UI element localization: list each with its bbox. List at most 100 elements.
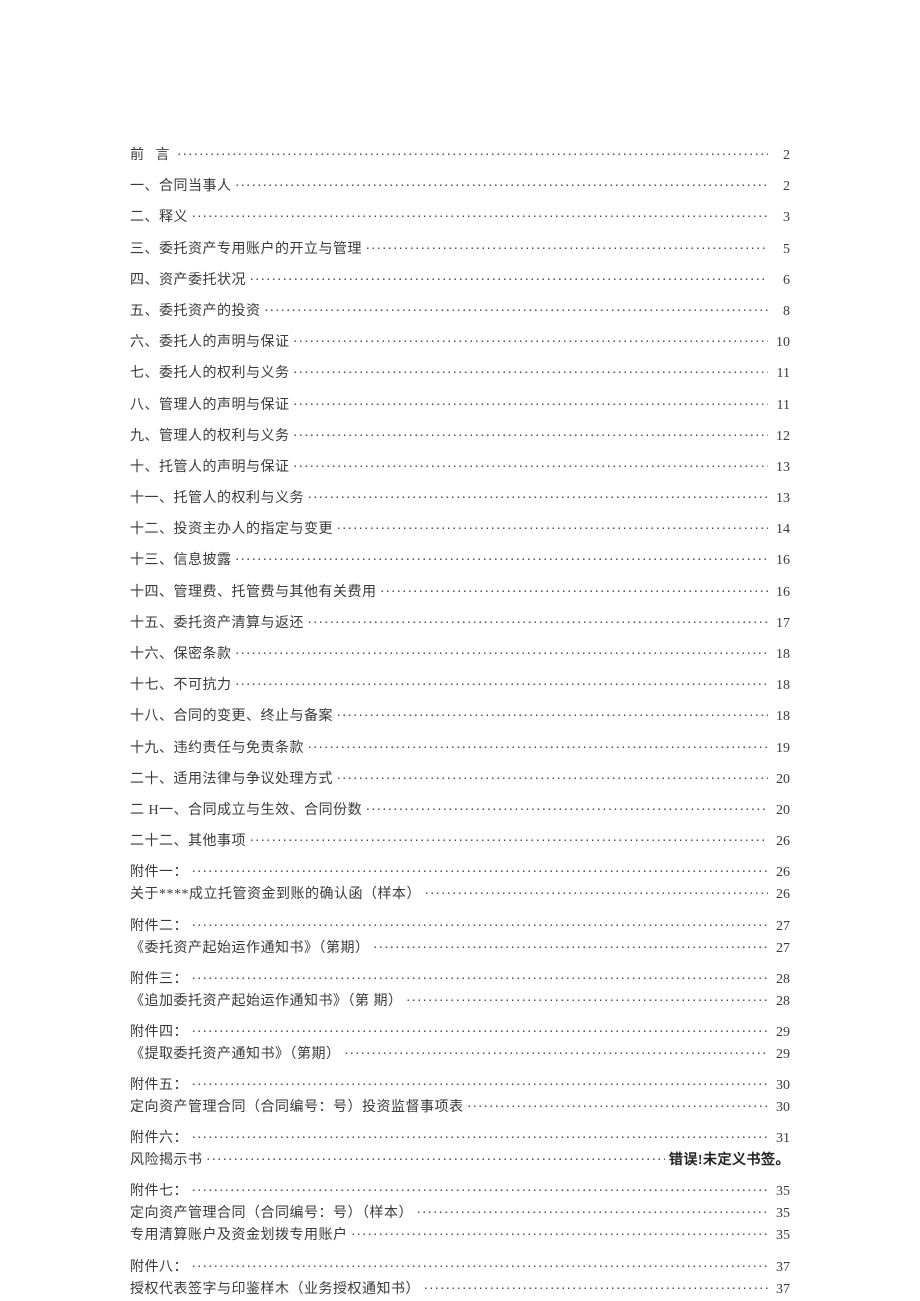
toc-entry[interactable]: 附件五：30 — [130, 1075, 790, 1093]
toc-entry-label: 附件八： — [130, 1261, 188, 1275]
toc-leader-dots — [308, 613, 768, 627]
toc-entry-label: 十六、保密条款 — [130, 648, 232, 662]
toc-entry[interactable]: 关于****成立托管资金到账的确认函（样本）26 — [130, 884, 790, 902]
toc-entry[interactable]: 附件二：27 — [130, 916, 790, 934]
toc-leader-dots — [424, 1279, 768, 1293]
toc-entry[interactable]: 《追加委托资产起始运作通知书》（第 期）28 — [130, 991, 790, 1009]
toc-entry-page: 28 — [772, 995, 790, 1009]
toc-entry-label: 附件七： — [130, 1185, 188, 1199]
toc-entry-page: 30 — [772, 1079, 790, 1093]
toc-entry[interactable]: 一、合同当事人2 — [130, 176, 790, 194]
toc-leader-dots — [294, 426, 769, 440]
toc-entry[interactable]: 附件四：29 — [130, 1022, 790, 1040]
toc-entry[interactable]: 二十、适用法律与争议处理方式20 — [130, 769, 790, 787]
toc-entry[interactable]: 二、释义3 — [130, 207, 790, 225]
toc-entry-label: 四、资产委托状况 — [130, 274, 246, 288]
toc-entry-page: 35 — [772, 1207, 790, 1221]
toc-entry[interactable]: 九、管理人的权利与义务12 — [130, 426, 790, 444]
toc-entry-label: 二 H一、合同成立与生效、合同份数 — [130, 804, 362, 818]
toc-entry-label: 十五、委托资产清算与返还 — [130, 617, 304, 631]
toc-entry-page: 20 — [772, 804, 790, 818]
toc-entry-label: 前 言 — [130, 149, 174, 163]
toc-entry-page: 2 — [772, 180, 790, 194]
toc-entry[interactable]: 三、委托资产专用账户的开立与管理5 — [130, 239, 790, 257]
toc-entry-label: 附件三： — [130, 973, 188, 987]
toc-entry-page: 12 — [772, 430, 790, 444]
toc-entry[interactable]: 附件七：35 — [130, 1181, 790, 1199]
toc-entry[interactable]: 十三、信息披露16 — [130, 550, 790, 568]
toc-entry-page: 11 — [772, 399, 790, 413]
toc-entry[interactable]: 附件三： 28 — [130, 969, 790, 987]
toc-entry[interactable]: 《委托资产起始运作通知书》（第期）27 — [130, 938, 790, 956]
toc-entry[interactable]: 六、委托人的声明与保证 10 — [130, 332, 790, 350]
toc-entry[interactable]: 十二、投资主办人的指定与变更14 — [130, 519, 790, 537]
toc-entry-label: 风险揭示书 — [130, 1154, 203, 1168]
toc-entry[interactable]: 定向资产管理合同（合同编号：号）（样本） 35 — [130, 1203, 790, 1221]
toc-leader-dots — [425, 884, 768, 898]
toc-entry[interactable]: 十八、合同的变更、终止与备案 18 — [130, 706, 790, 724]
toc-entry[interactable]: 十四、管理费、托管费与其他有关费用16 — [130, 582, 790, 600]
toc-entry[interactable]: 八、管理人的声明与保证 11 — [130, 395, 790, 413]
toc-entry-label: 《委托资产起始运作通知书》（第期） — [130, 942, 370, 956]
toc-entry-page: 13 — [772, 492, 790, 506]
toc-entry-label: 六、委托人的声明与保证 — [130, 336, 290, 350]
toc-entry[interactable]: 授权代表签字与印鉴样木（业务授权通知书） 37 — [130, 1279, 790, 1297]
toc-entry[interactable]: 十七、不可抗力18 — [130, 675, 790, 693]
toc-entry-page: 27 — [772, 920, 790, 934]
toc-leader-dots — [192, 969, 768, 983]
toc-entry[interactable]: 专用清算账户及资金划拨专用账户35 — [130, 1225, 790, 1243]
toc-entry[interactable]: 五、委托资产的投资 8 — [130, 301, 790, 319]
toc-entry[interactable]: 风险揭示书错误!未定义书签。 — [130, 1150, 790, 1168]
toc-entry-page: 10 — [772, 336, 790, 350]
toc-entry[interactable]: 十六、保密条款18 — [130, 644, 790, 662]
toc-entry-page: 16 — [772, 586, 790, 600]
toc-entry-page: 26 — [772, 888, 790, 902]
toc-entry-label: 三、委托资产专用账户的开立与管理 — [130, 243, 362, 257]
toc-entry[interactable]: 十五、委托资产清算与返还17 — [130, 613, 790, 631]
toc-entry-label: 授权代表签字与印鉴样木（业务授权通知书） — [130, 1283, 420, 1297]
toc-entry-label: 十二、投资主办人的指定与变更 — [130, 523, 333, 537]
toc-entry-label: 八、管理人的声明与保证 — [130, 399, 290, 413]
toc-entry[interactable]: 附件六：31 — [130, 1128, 790, 1146]
toc-entry[interactable]: 十、托管人的声明与保证13 — [130, 457, 790, 475]
toc-leader-dots — [192, 862, 768, 876]
toc-entry-page: 8 — [772, 305, 790, 319]
toc-entry[interactable]: 《提取委托资产通知书》（第期）29 — [130, 1044, 790, 1062]
toc-leader-dots — [337, 706, 768, 720]
toc-entry[interactable]: 前 言2 — [130, 145, 790, 163]
toc-leader-dots — [192, 1075, 768, 1089]
toc-leader-dots — [250, 270, 768, 284]
toc-entry[interactable]: 二十二、其他事项26 — [130, 831, 790, 849]
toc-entry-page: 19 — [772, 742, 790, 756]
toc-entry-label: 定向资产管理合同（合同编号：号）（样本） — [130, 1207, 413, 1221]
toc-entry-page: 28 — [772, 973, 790, 987]
toc-entry-label: 五、委托资产的投资 — [130, 305, 261, 319]
toc-entry-label: 十三、信息披露 — [130, 554, 232, 568]
toc-entry[interactable]: 四、资产委托状况 6 — [130, 270, 790, 288]
toc-entry[interactable]: 附件一：26 — [130, 862, 790, 880]
toc-entry-label: 十七、不可抗力 — [130, 679, 232, 693]
toc-leader-dots — [250, 831, 768, 845]
toc-entry-label: 七、委托人的权利与义务 — [130, 367, 290, 381]
toc-leader-dots — [236, 644, 769, 658]
toc-entry[interactable]: 十九、违约责任与免责条款19 — [130, 738, 790, 756]
toc-leader-dots — [468, 1097, 769, 1111]
toc-leader-dots — [294, 332, 769, 346]
toc-entry[interactable]: 十一、托管人的权利与义务13 — [130, 488, 790, 506]
toc-leader-dots — [337, 769, 768, 783]
toc-leader-dots — [407, 991, 769, 1005]
toc-entry[interactable]: 七、委托人的权利与义务11 — [130, 363, 790, 381]
toc-entry[interactable]: 二 H一、合同成立与生效、合同份数 20 — [130, 800, 790, 818]
toc-entry[interactable]: 附件八：37 — [130, 1257, 790, 1275]
toc-entry-label: 十八、合同的变更、终止与备案 — [130, 710, 333, 724]
toc-leader-dots — [192, 1022, 768, 1036]
toc-leader-dots — [345, 1044, 769, 1058]
toc-entry-page: 18 — [772, 710, 790, 724]
toc-leader-dots — [308, 738, 768, 752]
toc-entry-label: 定向资产管理合同（合同编号：号）投资监督事项表 — [130, 1101, 464, 1115]
toc-entry-label: 二十二、其他事项 — [130, 835, 246, 849]
toc-entry-page: 37 — [772, 1283, 790, 1297]
toc-entry[interactable]: 定向资产管理合同（合同编号：号）投资监督事项表30 — [130, 1097, 790, 1115]
toc-leader-dots — [337, 519, 768, 533]
toc-entry-page: 6 — [772, 274, 790, 288]
